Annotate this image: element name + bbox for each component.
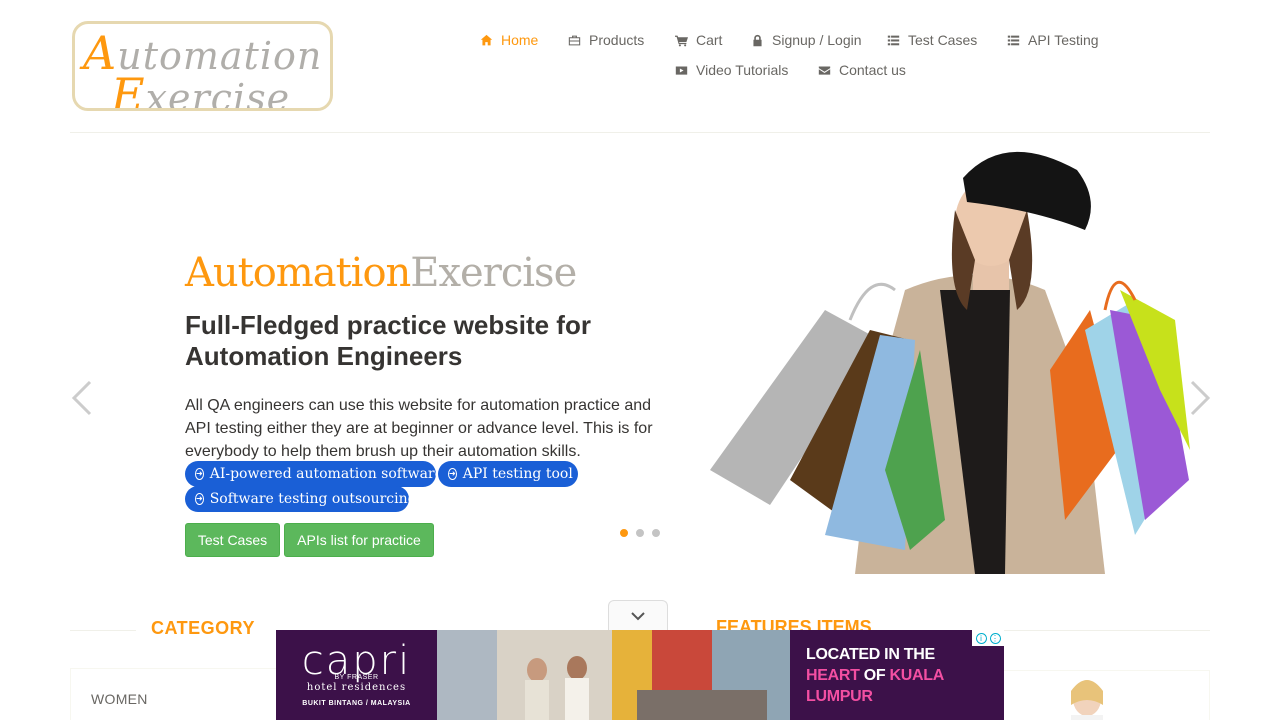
nav-cart[interactable]: Cart [675,32,722,48]
ad-copy-of: OF [859,667,890,684]
nav-video-tutorials-label: Video Tutorials [696,62,789,78]
chevron-down-icon [631,611,645,620]
site-logo[interactable]: Automation Exercise [72,21,333,111]
nav-contact-us[interactable]: Contact us [818,62,906,78]
envelope-icon [818,64,831,77]
product-card[interactable] [990,670,1210,720]
test-cases-button[interactable]: Test Cases [185,523,280,557]
nav-api-testing[interactable]: API Testing [1007,32,1099,48]
ad-copy-heart: HEART [806,667,860,684]
ad-photo [437,630,790,720]
ad-copy-line1: LOCATED IN THE [806,646,935,663]
info-icon[interactable]: i [975,632,987,644]
ad-copy: LOCATED IN THE HEART OF KUALA LUMPUR [806,644,944,707]
logo-line-2: Exercise [111,68,291,111]
youtube-play-icon [675,64,688,77]
nav-home-label: Home [501,32,539,48]
nav-test-cases[interactable]: Test Cases [887,32,977,48]
ad-copy-line3: LUMPUR [806,688,873,705]
ad-brand-sub: BY FRASER [334,674,379,681]
home-icon [480,34,493,47]
ad-collapse-toggle[interactable] [608,600,668,630]
list-icon [1007,34,1020,47]
arrow-circle-icon: ➜ [448,468,457,480]
ad-brand-panel: capri BY FRASER hotel residences BUKIT B… [276,630,437,720]
slider-description: All QA engineers can use this website fo… [185,397,653,460]
list-icon [887,34,900,47]
arrow-circle-icon: ➜ [195,468,204,480]
nav-signup-login[interactable]: Signup / Login [751,32,862,48]
nav-cart-label: Cart [696,32,723,48]
more-options-icon[interactable]: ⋮ [989,632,1001,644]
nav-products-label: Products [589,32,645,48]
cart-icon [675,34,688,47]
apis-list-button[interactable]: APIs list for practice [284,523,434,557]
ad-link-api-testing-tool[interactable]: ➜ API testing tool [438,461,578,487]
chevron-left-icon [71,380,92,416]
slider-title: AutomationExercise [185,250,577,296]
ad-copy-kuala: KUALA [889,667,945,684]
ad-brand-line: hotel residences [306,682,407,693]
ad-location: BUKIT BINTANG / MALAYSIA [302,700,411,707]
logo-cap-e: E [111,68,146,111]
slider-title-part2: Exercise [410,250,577,296]
ad-link-ai-automation[interactable]: ➜ AI-powered automation software [185,461,443,487]
logo-text-2: xercise [145,76,291,111]
nav-test-cases-label: Test Cases [908,32,978,48]
nav-signup-login-label: Signup / Login [772,32,862,48]
slider-dot-1[interactable] [619,528,629,538]
nav-api-testing-label: API Testing [1028,32,1099,48]
nav-home[interactable]: Home [480,32,538,48]
slider-prev-arrow[interactable] [70,380,96,416]
ad-copy-line2: HEART OF KUALA [806,665,944,686]
nav-video-tutorials[interactable]: Video Tutorials [675,62,788,78]
product-image [1071,680,1103,720]
briefcase-icon [568,34,581,47]
category-divider-left [70,630,136,631]
ad-choices-badge[interactable]: i ⋮ [972,630,1004,646]
ad-link-api-testing-tool-label: API testing tool [462,466,573,482]
category-title: CATEGORY [151,618,256,638]
ad-link-testing-outsourcing[interactable]: ➜ Software testing outsourcing [185,486,417,512]
lock-icon [751,34,764,47]
nav-contact-us-label: Contact us [839,62,906,78]
ad-banner[interactable]: capri BY FRASER hotel residences BUKIT B… [276,630,1004,720]
slider-image-model-with-bags [710,151,1190,574]
header-divider [70,132,1210,133]
slider-title-part1: Automation [185,250,411,296]
ad-link-testing-outsourcing-label: Software testing outsourcing [209,491,417,507]
category-item-women[interactable]: WOMEN [91,691,148,707]
arrow-circle-icon: ➜ [195,493,204,505]
nav-products[interactable]: Products [568,32,644,48]
slider-subtitle: Full-Fledged practice website for Automa… [185,310,591,371]
slider-indicators [619,528,661,538]
slider-dot-3[interactable] [651,528,661,538]
slider-dot-2[interactable] [635,528,645,538]
ad-link-ai-automation-label: AI-powered automation software [209,466,443,482]
